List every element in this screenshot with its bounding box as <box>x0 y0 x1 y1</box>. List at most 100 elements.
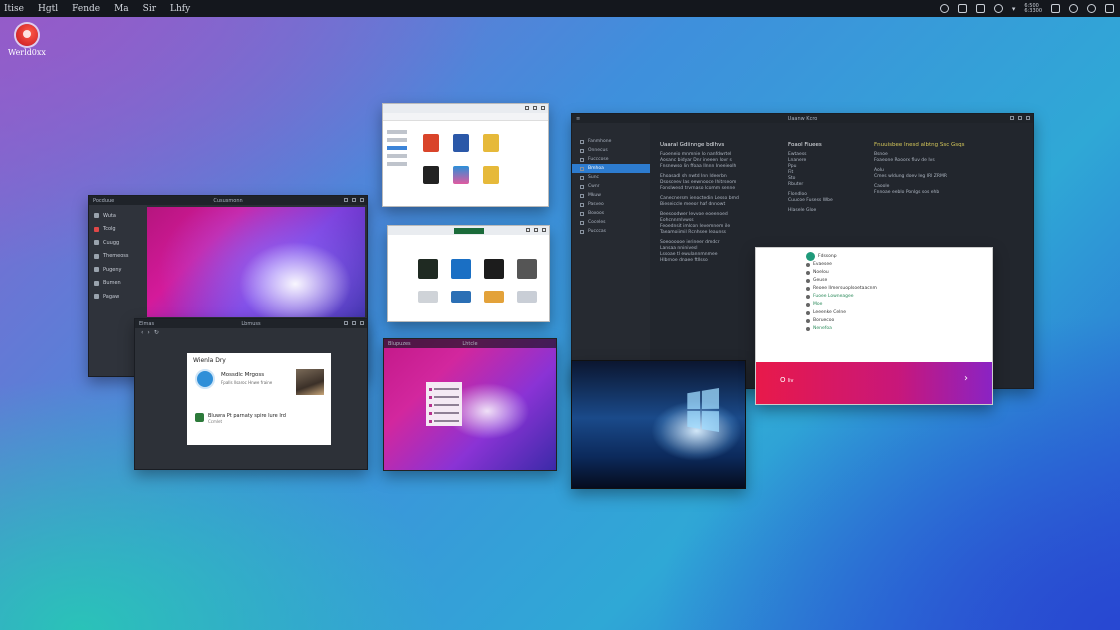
nav-item[interactable] <box>387 162 407 166</box>
profile-name[interactable]: Mossdlc Mrgoss <box>221 372 264 378</box>
post-item[interactable]: Bluwra Pt parnaty spire Iure Ird Ccmlet <box>195 413 323 425</box>
swatch[interactable] <box>429 403 432 407</box>
settings-icon[interactable] <box>1087 4 1096 13</box>
sidebar-item[interactable]: Mkuw <box>572 191 650 200</box>
maximize-icon[interactable] <box>352 321 356 325</box>
active-tab[interactable] <box>454 228 484 234</box>
swatch[interactable] <box>429 419 432 423</box>
account-popup[interactable]: Fdssonp Evaesee Noelou Geuse Reoee Ilmer… <box>755 247 993 405</box>
menu-item-1[interactable]: Itise <box>4 4 24 14</box>
close-icon[interactable] <box>541 106 545 110</box>
app-tile-icon[interactable] <box>418 259 438 279</box>
sidebar-item[interactable]: Fanmhone <box>572 137 650 146</box>
sidebar-item[interactable]: Cuugg <box>89 236 147 250</box>
chevron-down-icon[interactable]: ▾ <box>1012 5 1016 13</box>
list-item[interactable]: Nenefoa <box>806 325 877 333</box>
forward-icon[interactable]: › <box>147 329 149 336</box>
menu-item-3[interactable]: Fende <box>72 4 100 14</box>
swatch[interactable] <box>429 395 432 399</box>
list-item[interactable]: Fdssonp <box>806 252 877 261</box>
maximize-icon[interactable] <box>533 106 537 110</box>
terminal-icon[interactable] <box>484 259 504 279</box>
power-icon[interactable] <box>1105 4 1114 13</box>
menu-item-6[interactable]: Lhfy <box>170 4 190 14</box>
network-icon[interactable] <box>993 4 1003 13</box>
sidebar-item[interactable]: Pugeny <box>89 263 147 277</box>
window-b-titlebar[interactable]: Elmas Lbmuss <box>135 319 367 328</box>
avatar[interactable] <box>195 369 215 389</box>
sidebar-item[interactable]: Themeoss <box>89 250 147 264</box>
app-icon[interactable] <box>453 166 469 184</box>
list-item[interactable]: Boruecoo <box>806 317 877 325</box>
minimize-icon[interactable] <box>525 106 529 110</box>
sidebar-item[interactable]: Pagaw <box>89 290 147 304</box>
desktop-preview-window[interactable] <box>571 360 746 489</box>
sidebar-item[interactable]: Coceles <box>572 218 650 227</box>
sidebar-item[interactable]: Pucccas <box>572 227 650 236</box>
list-item[interactable]: Evaesee <box>806 261 877 269</box>
nav-item[interactable] <box>387 138 407 142</box>
back-icon[interactable]: ‹ <box>141 329 143 336</box>
menu-item-4[interactable]: Ma <box>114 4 129 14</box>
close-icon[interactable] <box>360 198 364 202</box>
folder-icon[interactable] <box>483 134 499 152</box>
swatch[interactable] <box>429 387 432 391</box>
menu-item-2[interactable]: Hgtl <box>38 4 58 14</box>
list-item[interactable]: Geuse <box>806 277 877 285</box>
minimize-icon[interactable] <box>526 228 530 232</box>
file-explorer-window[interactable] <box>382 103 549 207</box>
notification-icon[interactable] <box>1051 4 1060 13</box>
sidebar-item[interactable]: Tcolg <box>89 223 147 237</box>
document-icon[interactable] <box>453 134 469 152</box>
minimize-icon[interactable] <box>1010 116 1014 120</box>
arrow-right-icon[interactable]: › <box>964 373 968 384</box>
files-icon[interactable] <box>957 4 967 13</box>
sidebar-item[interactable]: Wuta <box>89 209 147 223</box>
browser-window[interactable]: Elmas Lbmuss ‹ › ↻ Wienla Dry Mossdlc Mr… <box>134 318 368 470</box>
profile-photo[interactable] <box>296 369 324 395</box>
swatch[interactable] <box>429 411 432 415</box>
list-item[interactable]: Moe <box>806 301 877 309</box>
color-dialog[interactable] <box>426 382 462 426</box>
window-g-titlebar[interactable]: ≡ Uaanw Kcro <box>572 114 1033 123</box>
search-icon[interactable] <box>939 4 949 13</box>
nav-item[interactable] <box>387 130 407 134</box>
maximize-icon[interactable] <box>534 228 538 232</box>
archive-icon[interactable] <box>483 166 499 184</box>
minimize-icon[interactable] <box>344 321 348 325</box>
image-thumbnail[interactable] <box>451 291 471 303</box>
window-c-titlebar[interactable] <box>383 104 548 113</box>
folder-icon[interactable] <box>484 291 504 303</box>
app-gallery-window[interactable] <box>387 225 550 322</box>
app-tile-icon[interactable] <box>451 259 471 279</box>
action-banner[interactable]: O liv › <box>756 362 992 404</box>
close-icon[interactable] <box>360 321 364 325</box>
photo-icon[interactable] <box>517 259 537 279</box>
tablet-icon[interactable] <box>423 166 439 184</box>
list-item[interactable]: Reoee Ilmersuoplsoetaacnm <box>806 285 877 293</box>
sidebar-item[interactable]: Fucccose <box>572 155 650 164</box>
sidebar-item[interactable]: Boxoos <box>572 209 650 218</box>
file-icon[interactable] <box>423 134 439 152</box>
sidebar-item[interactable]: Onnecus <box>572 146 650 155</box>
maximize-icon[interactable] <box>352 198 356 202</box>
menu-item-5[interactable]: Sir <box>143 4 156 14</box>
clock[interactable]: 6:500 6:3300 <box>1024 3 1042 14</box>
sidebar-item[interactable]: Bumen <box>89 277 147 291</box>
doc-thumbnail[interactable] <box>418 291 438 303</box>
sidebar-item-selected[interactable]: Bmhoa <box>572 164 650 173</box>
reload-icon[interactable]: ↻ <box>154 329 159 336</box>
minimize-icon[interactable] <box>344 198 348 202</box>
sidebar-item[interactable]: Sunc <box>572 173 650 182</box>
user-icon[interactable] <box>1069 4 1078 13</box>
list-item[interactable]: Fuoee Lowneagee <box>806 293 877 301</box>
maximize-icon[interactable] <box>1018 116 1022 120</box>
close-icon[interactable] <box>1026 116 1030 120</box>
sidebar-item[interactable]: Cwnr <box>572 182 650 191</box>
window-a-titlebar[interactable]: Pocduue Cususmonn <box>89 196 367 205</box>
sidebar-item[interactable]: Pasveo <box>572 200 650 209</box>
nav-item-selected[interactable] <box>387 146 407 150</box>
doc-thumbnail[interactable] <box>517 291 537 303</box>
trash-icon[interactable] <box>975 4 985 13</box>
wallpaper-window[interactable]: Blupuzes Lhtcle <box>383 338 557 471</box>
